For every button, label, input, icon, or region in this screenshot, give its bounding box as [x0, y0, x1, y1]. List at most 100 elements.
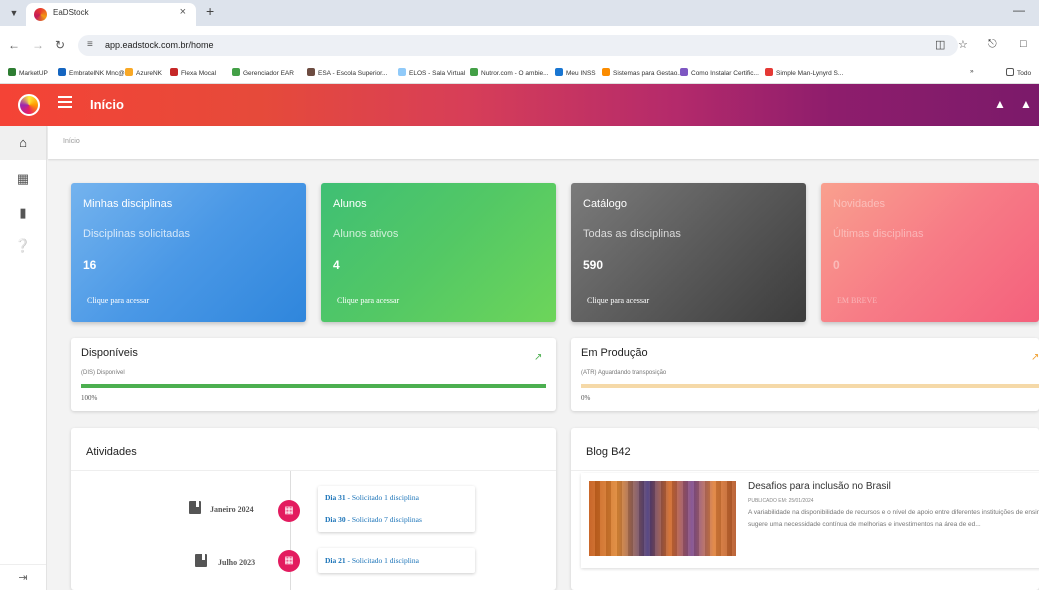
minimize-window-icon[interactable]: —: [1013, 3, 1025, 17]
blog-post-image[interactable]: [589, 481, 736, 556]
forward-icon[interactable]: →: [32, 38, 44, 52]
bookmark-favicon-icon: [470, 68, 478, 76]
card-catalog[interactable]: Catálogo Todas as disciplinas 590 Clique…: [571, 183, 806, 322]
url-text: app.eadstock.com.br/home: [105, 40, 214, 50]
bookmark-item[interactable]: Como Instalar Certific...: [680, 68, 759, 77]
card-count: 590: [583, 258, 604, 272]
card-students[interactable]: Alunos Alunos ativos 4 Clique para acess…: [321, 183, 556, 322]
bookmark-item[interactable]: Gerenciador EAR: [232, 68, 294, 77]
sidebar-item-bookmarks[interactable]: ▮: [0, 196, 46, 230]
in-production-progress-card: Em Produção ↗ (ATR) Aguardando transposi…: [571, 338, 1039, 411]
trending-up-icon: ↗: [534, 352, 543, 363]
bookmark-item[interactable]: MarketUP: [8, 68, 48, 77]
card-count: 16: [83, 258, 97, 272]
install-app-icon[interactable]: ◫: [935, 38, 945, 51]
timeline-entry[interactable]: Dia 21 - Solicitado 1 disciplina: [325, 556, 419, 565]
back-icon[interactable]: ←: [8, 38, 20, 52]
blog-post-title[interactable]: Desafios para inclusão no Brasil: [748, 481, 891, 492]
sidebar-collapse-button[interactable]: ⇥: [0, 564, 46, 590]
entry-text: - Solicitado 1 disciplina: [345, 556, 419, 565]
url-field[interactable]: ≡ app.eadstock.com.br/home: [78, 35, 958, 56]
card-title: Alunos: [333, 198, 367, 210]
bookmarks-bar: » Todo MarketUP EmbratelNK Mnc@# AzureNK Fl…: [0, 62, 1039, 84]
browser-address-bar: ← → ↻ ≡ app.eadstock.com.br/home ◫ ☆ ⎋ □: [0, 26, 1039, 62]
tab-favicon-icon: [34, 8, 47, 21]
bookmark-item[interactable]: AzureNK: [125, 68, 162, 77]
tab-title: EaDStock: [53, 8, 89, 17]
blog-post-card[interactable]: Desafios para inclusão no Brasil PUBLICA…: [581, 473, 1039, 568]
bookmark-favicon-icon: [602, 68, 610, 76]
bookmark-favicon-icon: [555, 68, 563, 76]
menu-icon[interactable]: [58, 96, 72, 111]
bookmark-favicon-icon: [125, 68, 133, 76]
library-icon[interactable]: ▲: [994, 97, 1006, 111]
folder-icon: [1006, 68, 1014, 76]
books-icon: ▦: [16, 171, 30, 186]
card-subtitle: Todas as disciplinas: [583, 228, 681, 240]
bookmark-favicon-icon: [680, 68, 688, 76]
card-title: Catálogo: [583, 198, 628, 210]
sidebar-item-library[interactable]: ▦: [0, 162, 46, 196]
side-panel-icon[interactable]: □: [1020, 38, 1027, 50]
notification-bell-icon[interactable]: ▲: [1020, 97, 1032, 111]
entry-day: Dia 31: [325, 493, 346, 502]
tab-close-icon[interactable]: ×: [180, 6, 186, 18]
site-settings-icon[interactable]: ≡: [87, 39, 93, 50]
new-tab-button[interactable]: +: [206, 3, 214, 19]
bookmark-item[interactable]: EmbratelNK Mnc@#: [58, 68, 128, 77]
bookmark-item[interactable]: Meu INSS: [555, 68, 596, 77]
bookmark-label: Flexa Mocal: [181, 70, 217, 77]
reload-icon[interactable]: ↻: [55, 38, 65, 52]
help-icon: ❔: [14, 238, 32, 253]
bookmark-label: AzureNK: [136, 70, 163, 77]
bookmark-item[interactable]: Sistemas para Gestao...: [602, 68, 683, 77]
entry-text: - Solicitado 1 disciplina: [345, 493, 419, 502]
bookmark-label: ELOS - Sala Virtual: [409, 70, 466, 77]
progress-bar: [81, 384, 546, 388]
more-bookmarks-button[interactable]: »: [970, 68, 974, 75]
card-access-link[interactable]: Clique para acessar: [87, 296, 149, 305]
browser-tab[interactable]: EaDStock ×: [26, 3, 196, 26]
page-title: Início: [90, 97, 124, 112]
bookmark-item[interactable]: ESA - Escola Superior...: [307, 68, 387, 77]
bookmark-item[interactable]: Flexa Mocal: [170, 68, 216, 77]
bookmark-favicon-icon: [232, 68, 240, 76]
timeline-entry[interactable]: Dia 31 - Solicitado 1 disciplina: [325, 493, 419, 502]
timeline-month: Janeiro 2024: [210, 505, 254, 514]
timeline-entry[interactable]: Dia 30 - Solicitado 7 disciplinas: [325, 515, 422, 524]
bookmark-label: Nutror.com - O ambie...: [481, 70, 549, 77]
bookmark-label: Simple Man-Lynyrd S...: [776, 70, 844, 77]
progress-bar: [581, 384, 1039, 388]
card-title: Em Produção: [581, 347, 648, 359]
sidebar-item-help[interactable]: ❔: [0, 229, 46, 263]
extensions-icon[interactable]: ⎋: [988, 38, 997, 51]
trending-up-icon: ↗: [1031, 352, 1039, 363]
card-access-link[interactable]: Clique para acessar: [587, 296, 649, 305]
bookmark-item[interactable]: Simple Man-Lynyrd S...: [765, 68, 843, 77]
sidebar-item-home[interactable]: ⌂: [0, 126, 46, 160]
progress-percent: 0%: [581, 394, 591, 402]
all-bookmarks-folder[interactable]: Todo: [1006, 68, 1031, 77]
bookmark-favicon-icon: [307, 68, 315, 76]
timeline-entries: Dia 21 - Solicitado 1 disciplina: [318, 548, 475, 573]
bookmark-star-icon[interactable]: ☆: [958, 38, 968, 51]
bookmark-item[interactable]: Nutror.com - O ambie...: [470, 68, 549, 77]
card-subtitle: (DIS) Disponível: [81, 370, 125, 376]
progress-fill: [81, 384, 546, 388]
card-coming-soon: EM BREVE: [837, 296, 878, 305]
app-logo[interactable]: [18, 94, 40, 116]
card-count: 0: [833, 258, 840, 272]
bookmark-item[interactable]: ELOS - Sala Virtual: [398, 68, 465, 77]
breadcrumb[interactable]: Início: [63, 138, 80, 145]
collapse-arrow-icon: ⇥: [18, 572, 28, 584]
browser-tab-bar: ▼ EaDStock × + —: [0, 0, 1039, 26]
bookmark-favicon-icon: [8, 68, 16, 76]
card-access-link[interactable]: Clique para acessar: [337, 296, 399, 305]
entry-day: Dia 21: [325, 556, 346, 565]
tab-search-chevron-icon[interactable]: ▼: [6, 5, 22, 21]
card-my-disciplines[interactable]: Minhas disciplinas Disciplinas solicitad…: [71, 183, 306, 322]
bookmark-label: ESA - Escola Superior...: [318, 70, 388, 77]
card-subtitle: Disciplinas solicitadas: [83, 228, 190, 240]
home-icon: ⌂: [19, 135, 27, 150]
app-header: Início ▲ ▲: [0, 84, 1039, 126]
